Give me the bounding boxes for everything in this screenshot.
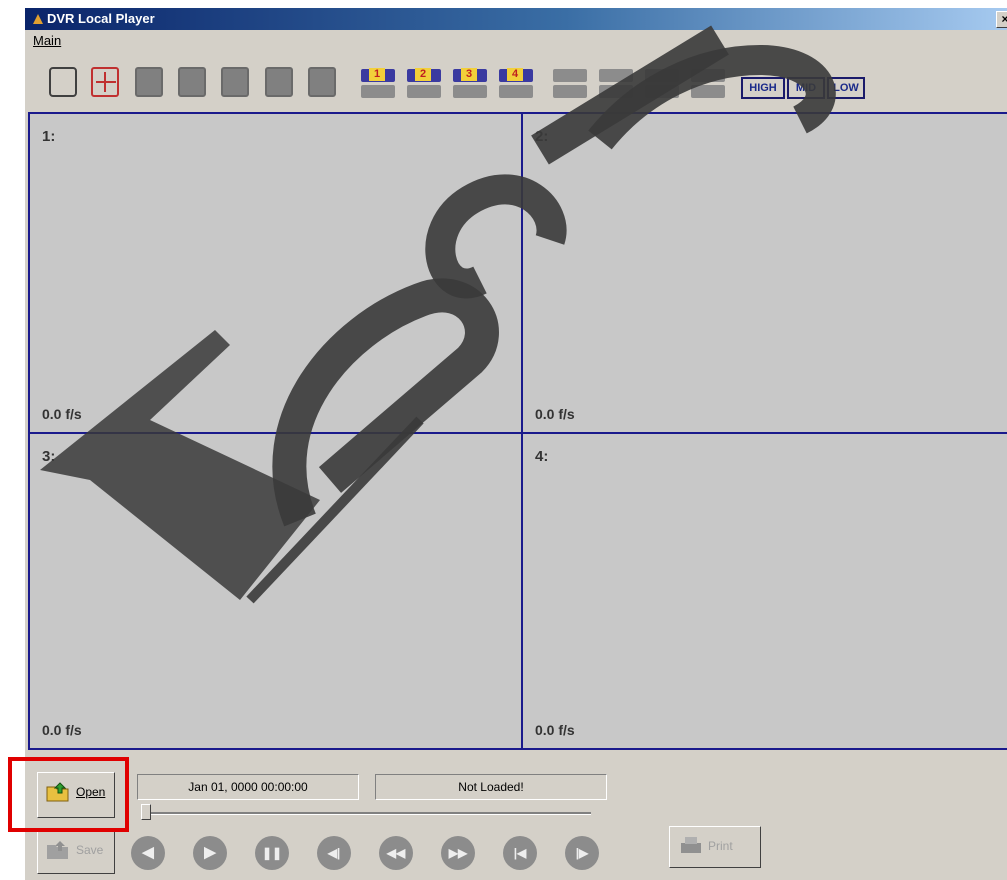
app-icon (33, 14, 43, 24)
layout-button-3[interactable] (135, 67, 163, 97)
layout-single-button[interactable] (49, 67, 77, 97)
prev-icon[interactable]: ◀ (131, 836, 165, 870)
view-label: 4: (535, 448, 549, 465)
open-button-highlight (8, 757, 129, 832)
menu-main[interactable]: Main (33, 31, 61, 51)
quality-high-button[interactable]: HIGH (741, 77, 785, 99)
close-button[interactable]: × (996, 11, 1007, 28)
view-fps: 0.0 f/s (535, 406, 575, 422)
datetime-display: Jan 01, 0000 00:00:00 (137, 774, 359, 800)
app-window: DVR Local Player × Main 1 2 3 4 HIGH MID… (24, 8, 1007, 880)
pause-icon[interactable]: ❚❚ (255, 836, 289, 870)
camera-7-button[interactable] (643, 67, 681, 101)
title-bar: DVR Local Player × (25, 8, 1007, 30)
layout-button-6[interactable] (265, 67, 293, 97)
printer-icon (681, 837, 701, 853)
camera-number: 3 (461, 68, 477, 81)
view-label: 1: (42, 128, 56, 145)
status-display: Not Loaded! (375, 774, 607, 800)
toolbar: 1 2 3 4 HIGH MID LOW (25, 53, 1007, 109)
video-grid: 1: 0.0 f/s 2: 0.0 f/s 3: 0.0 f/s 4: 0.0 … (28, 112, 1007, 752)
timeline-slider-track[interactable] (143, 812, 591, 815)
layout-button-5[interactable] (221, 67, 249, 97)
control-panel: Open Save Jan 01, 0000 00:00:00 Not Load… (25, 756, 1007, 880)
video-view-1[interactable]: 1: 0.0 f/s (28, 112, 523, 434)
camera-8-button[interactable] (689, 67, 727, 101)
menu-bar: Main (25, 31, 1007, 51)
view-label: 2: (535, 128, 549, 145)
view-label: 3: (42, 448, 56, 465)
camera-6-button[interactable] (597, 67, 635, 101)
save-icon (47, 841, 68, 859)
play-icon[interactable]: ▶ (193, 836, 227, 870)
camera-4-button[interactable]: 4 (497, 67, 535, 101)
step-forward-icon[interactable]: |▶ (565, 836, 599, 870)
view-fps: 0.0 f/s (42, 722, 82, 738)
camera-1-button[interactable]: 1 (359, 67, 397, 101)
video-view-4[interactable]: 4: 0.0 f/s (521, 432, 1007, 750)
camera-number: 4 (507, 68, 523, 81)
camera-2-button[interactable]: 2 (405, 67, 443, 101)
camera-number: 1 (369, 68, 385, 81)
layout-button-7[interactable] (308, 67, 336, 97)
rewind-icon[interactable]: ◀◀ (379, 836, 413, 870)
view-fps: 0.0 f/s (42, 406, 82, 422)
camera-3-button[interactable]: 3 (451, 67, 489, 101)
camera-number: 2 (415, 68, 431, 81)
fast-forward-icon[interactable]: ▶▶ (441, 836, 475, 870)
layout-quad-button[interactable] (91, 67, 119, 97)
reverse-step-icon[interactable]: ◀| (317, 836, 351, 870)
video-view-3[interactable]: 3: 0.0 f/s (28, 432, 523, 750)
timeline-slider-thumb[interactable] (141, 804, 151, 820)
print-label: Print (708, 839, 733, 853)
quality-mid-button[interactable]: MID (787, 77, 825, 99)
step-back-icon[interactable]: |◀ (503, 836, 537, 870)
print-button[interactable]: Print (669, 826, 761, 868)
quality-low-button[interactable]: LOW (827, 77, 865, 99)
layout-button-4[interactable] (178, 67, 206, 97)
window-title: DVR Local Player (47, 11, 155, 26)
save-button[interactable]: Save (37, 830, 115, 874)
save-label: Save (76, 843, 104, 857)
view-fps: 0.0 f/s (535, 722, 575, 738)
camera-5-button[interactable] (551, 67, 589, 101)
video-view-2[interactable]: 2: 0.0 f/s (521, 112, 1007, 434)
